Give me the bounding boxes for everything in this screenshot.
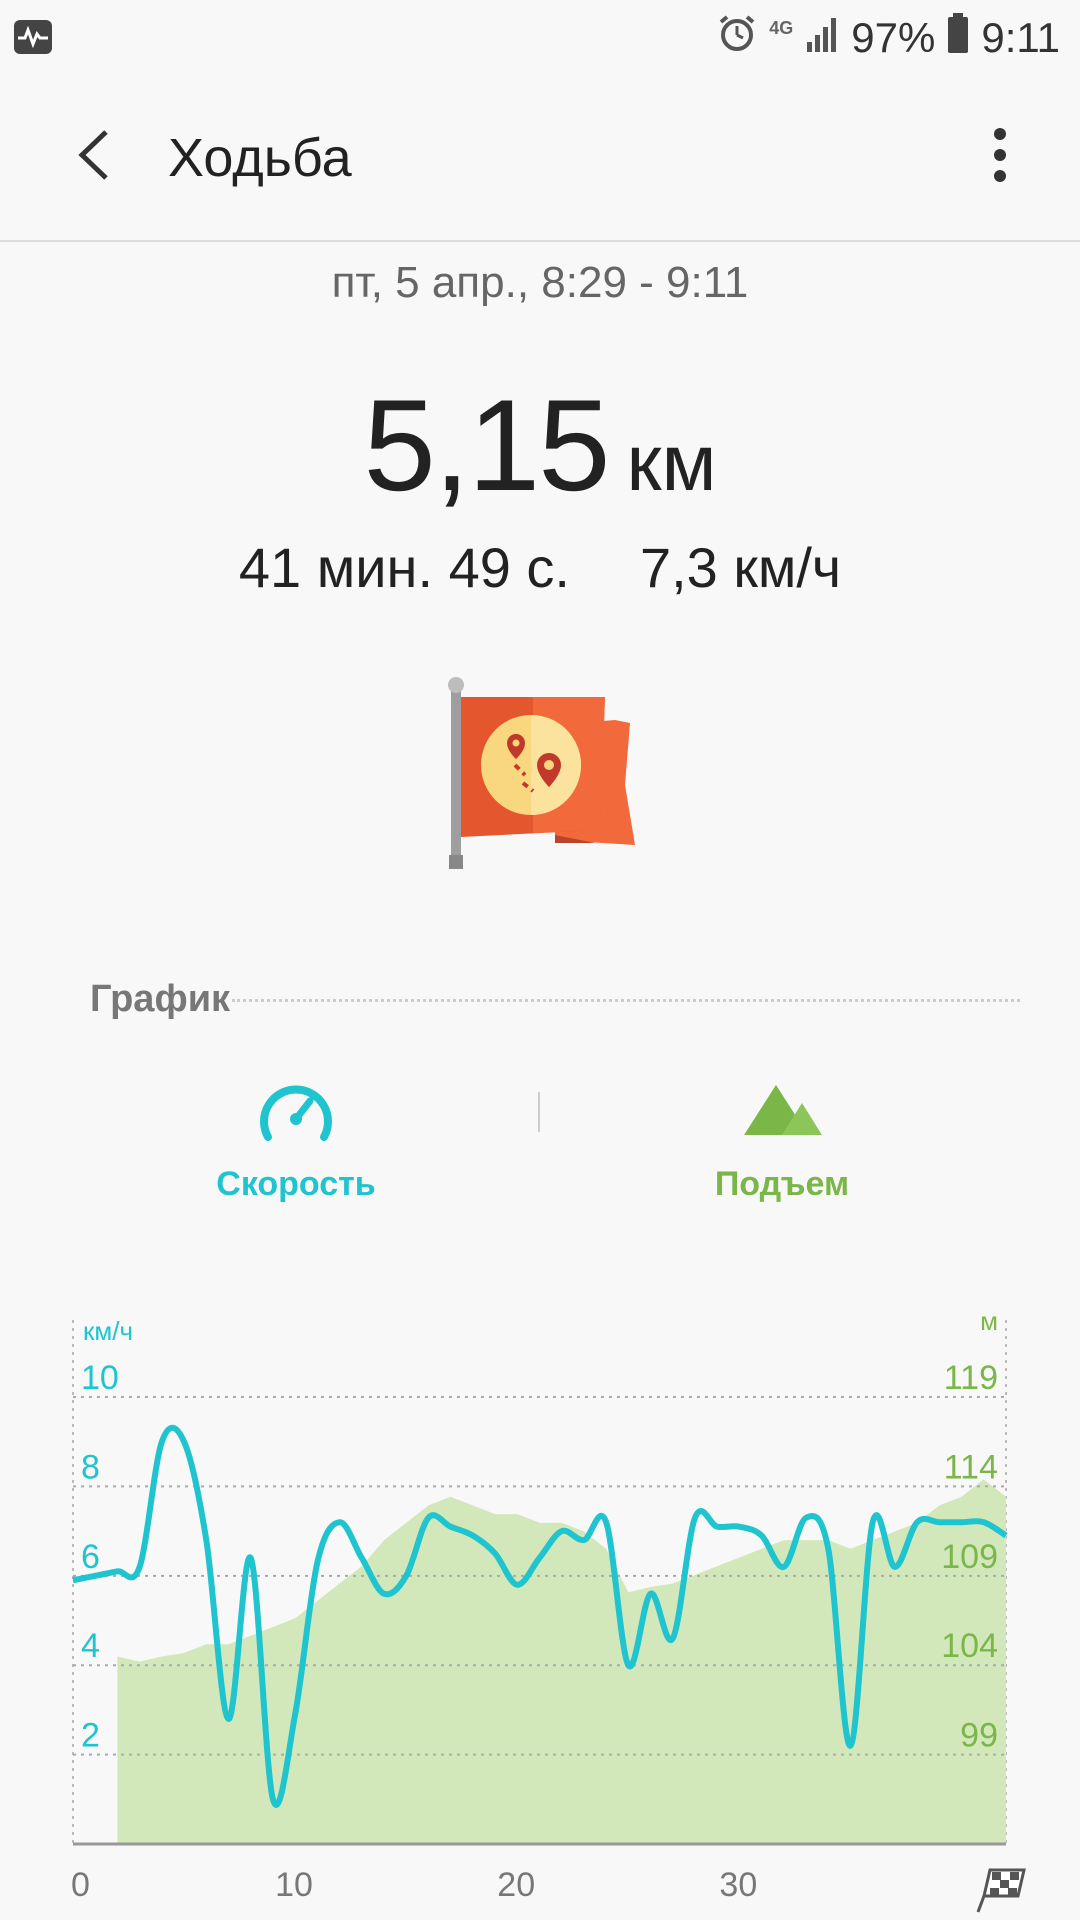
x-tick-label: 20 [497, 1866, 535, 1904]
average-speed: 7,3 км/ч [639, 536, 842, 599]
route-flag-icon [445, 675, 635, 875]
right-tick-label: 99 [960, 1717, 998, 1755]
more-vert-icon [994, 128, 1006, 182]
app-bar: Ходьба [0, 75, 1080, 242]
workout-date: пт, 5 апр., 8:29 - 9:11 [331, 258, 749, 307]
distance: 5,15 км [0, 370, 1080, 520]
health-icon [14, 20, 52, 54]
status-icons: 4G 97% 9:11 [717, 10, 1060, 65]
speedometer-icon [256, 1075, 336, 1145]
clock: 9:11 [981, 13, 1060, 61]
left-tick-label: 6 [81, 1538, 100, 1576]
graph-section-title: График [90, 978, 231, 1020]
distance-unit: км [626, 418, 717, 507]
right-tick-label: 114 [944, 1448, 998, 1486]
x-tick-label: 0 [71, 1866, 90, 1904]
battery-icon [947, 12, 969, 63]
tab-speed-label: Скорость [216, 1165, 376, 1203]
tab-elevation[interactable]: Подъем [632, 1075, 932, 1204]
left-tick-label: 10 [81, 1359, 119, 1397]
more-options-button[interactable] [970, 120, 1030, 190]
right-axis-unit: м [980, 1306, 998, 1336]
section-divider [232, 999, 1020, 1002]
left-axis-unit: км/ч [83, 1316, 133, 1346]
right-tick-label: 119 [944, 1359, 998, 1397]
tab-elevation-label: Подъем [714, 1165, 850, 1203]
x-tick-label: 30 [719, 1866, 757, 1904]
distance-value: 5,15 [363, 372, 610, 518]
back-arrow-icon [78, 130, 108, 180]
tab-speed[interactable]: Скорость [146, 1075, 446, 1204]
finish-flag-icon [976, 1868, 1026, 1913]
speed-elevation-chart: 10 119 8 114 6 109 4 104 2 99 км/ч м 0 10 20 30 [71, 1306, 1026, 1913]
right-tick-label: 109 [941, 1538, 998, 1576]
network-type: 4G [769, 18, 794, 38]
page-title: Ходьба [168, 128, 352, 188]
x-tick-label: 10 [275, 1866, 313, 1904]
duration: 41 мин. 49 с. [238, 536, 570, 599]
tab-divider [538, 1092, 540, 1132]
left-tick-label: 2 [81, 1717, 100, 1755]
battery-percent: 97% [851, 13, 936, 61]
alarm-icon [717, 13, 757, 63]
back-button[interactable] [60, 120, 130, 190]
right-tick-label: 104 [941, 1627, 998, 1665]
left-tick-label: 8 [81, 1448, 100, 1486]
left-tick-label: 4 [81, 1627, 100, 1665]
signal-icon [805, 14, 839, 62]
mountain-icon [742, 1075, 822, 1145]
sub-stats: 41 мин. 49 с. 7,3 км/ч [0, 535, 1080, 600]
status-bar: 4G 97% 9:11 [0, 0, 1080, 75]
